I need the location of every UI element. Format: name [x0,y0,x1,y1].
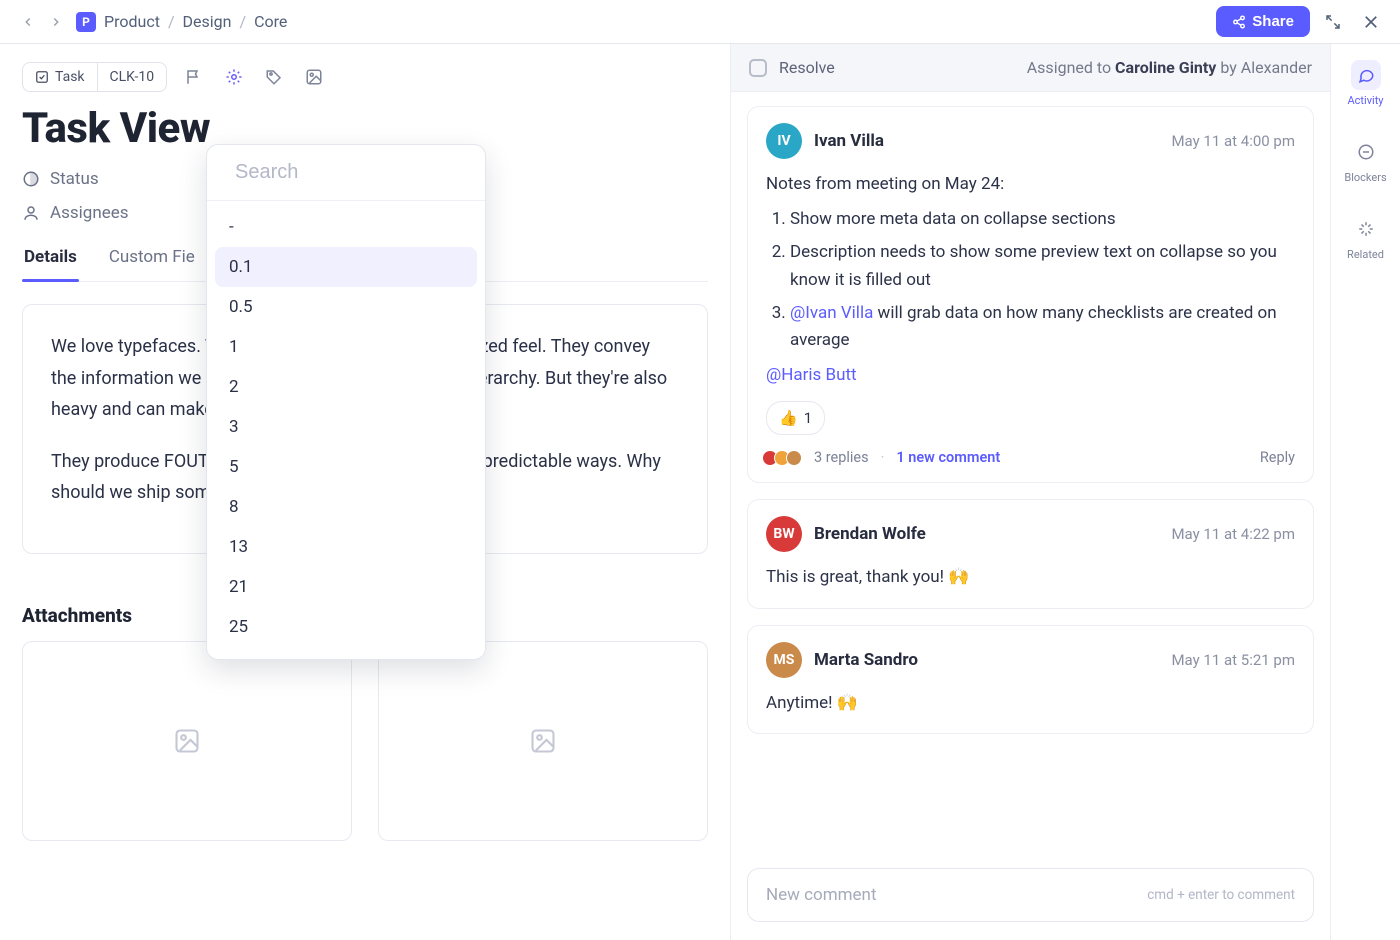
comment-lead: Notes from meeting on May 24: [766,171,1295,198]
dropdown-search-input[interactable] [235,161,500,184]
dropdown-option[interactable]: 8 [215,487,477,527]
breadcrumb-separator: / [240,12,247,31]
breadcrumb-item[interactable]: Core [254,12,287,31]
avatar[interactable]: MS [766,642,802,678]
resolve-label[interactable]: Resolve [779,58,835,77]
dropdown-option[interactable]: - [215,207,477,247]
rail-related[interactable]: Related [1331,208,1400,267]
side-rail: Activity Blockers Related [1330,44,1400,940]
reply-avatars [766,450,802,466]
reaction-count: 1 [804,406,812,430]
composer-hint: cmd + enter to comment [1147,887,1295,903]
task-id: CLK-10 [110,69,155,85]
share-button[interactable]: Share [1216,6,1310,37]
dropdown-option[interactable]: 2 [215,367,477,407]
rail-blockers[interactable]: Blockers [1331,131,1400,190]
resolve-checkbox[interactable] [749,59,767,77]
avatar[interactable]: IV [766,123,802,159]
breadcrumb-item[interactable]: Design [183,12,232,31]
composer-placeholder: New comment [766,885,877,905]
comment-time: May 11 at 4:22 pm [1171,525,1295,543]
workspace-logo: P [76,12,96,32]
replies-count[interactable]: 3 replies [814,449,869,466]
task-type-id[interactable]: Task CLK-10 [22,62,167,92]
comment-list-item: Description needs to show some preview t… [790,239,1295,293]
collapse-button[interactable] [1318,7,1348,37]
image-icon [529,727,557,755]
dropdown-option[interactable]: 25 [215,607,477,647]
comment: BW Brendan Wolfe May 11 at 4:22 pm This … [747,499,1314,608]
comment-author: Marta Sandro [814,650,918,670]
resolve-bar: Resolve Assigned to Caroline Ginty by Al… [731,44,1330,92]
image-icon[interactable] [301,64,327,90]
assigned-text: Assigned to Caroline Ginty by Alexander [1027,58,1312,77]
mention[interactable]: @Ivan Villa [790,303,873,323]
dropdown-option[interactable]: 13 [215,527,477,567]
breadcrumb-item[interactable]: Product [104,12,160,31]
rail-label: Activity [1347,94,1383,107]
flag-icon[interactable] [181,64,207,90]
dropdown-option[interactable]: 3 [215,407,477,447]
close-button[interactable] [1356,7,1386,37]
spark-icon [1357,220,1375,238]
dropdown-option[interactable]: 0.5 [215,287,477,327]
comment-body: Anytime! 🙌 [766,690,1295,717]
comment-composer[interactable]: New comment cmd + enter to comment [747,868,1314,922]
dropdown-option[interactable]: 21 [215,567,477,607]
rail-label: Blockers [1344,171,1386,184]
attachment-placeholder[interactable] [22,641,352,841]
comment-author: Brendan Wolfe [814,524,926,544]
status-icon [22,170,40,188]
share-button-label: Share [1252,13,1294,30]
assignees-label: Assignees [50,203,129,223]
dropdown-option[interactable]: 0.1 [215,247,477,287]
comment-time: May 11 at 5:21 pm [1171,651,1295,669]
breadcrumb-separator: / [168,12,175,31]
share-icon [1232,15,1246,29]
task-type-icon [35,70,49,84]
attachment-placeholder[interactable] [378,641,708,841]
comment-list-item: Show more meta data on collapse sections [790,206,1295,233]
reaction-chip[interactable]: 👍 1 [766,401,825,435]
tab-custom-fields[interactable]: Custom Fie [107,237,197,281]
dropdown-option[interactable]: 1 [215,327,477,367]
chat-icon [1357,66,1375,84]
status-label: Status [50,169,99,189]
rail-activity[interactable]: Activity [1331,54,1400,113]
nav-forward-button[interactable] [42,8,70,36]
comment-author: Ivan Villa [814,131,884,151]
task-type-label: Task [55,69,85,85]
comment: MS Marta Sandro May 11 at 5:21 pm Anytim… [747,625,1314,734]
new-comment-link[interactable]: 1 new comment [896,449,1000,466]
comment-time: May 11 at 4:00 pm [1171,132,1295,150]
image-icon [173,727,201,755]
sprint-icon[interactable] [221,64,247,90]
reaction-emoji: 👍 [779,406,798,430]
mention[interactable]: @Haris Butt [766,365,857,385]
dropdown-option[interactable]: 5 [215,447,477,487]
topbar: P Product / Design / Core Share [0,0,1400,44]
minus-circle-icon [1357,143,1375,161]
reply-button[interactable]: Reply [1260,449,1295,466]
comment-body: This is great, thank you! 🙌 [766,564,1295,591]
points-dropdown[interactable]: -0.10.512358132125 [206,144,486,660]
activity-pane: Resolve Assigned to Caroline Ginty by Al… [730,44,1330,940]
rail-label: Related [1347,248,1384,261]
assignees-icon [22,204,40,222]
tag-icon[interactable] [261,64,287,90]
tab-details[interactable]: Details [22,237,79,281]
comment-list-item: @Ivan Villa will grab data on how many c… [790,300,1295,354]
task-pane: Task CLK-10 Task View Status Assignees D… [0,44,730,940]
breadcrumb[interactable]: P Product / Design / Core [76,12,287,32]
comment: IV Ivan Villa May 11 at 4:00 pm Notes fr… [747,106,1314,483]
avatar[interactable]: BW [766,516,802,552]
nav-back-button[interactable] [14,8,42,36]
